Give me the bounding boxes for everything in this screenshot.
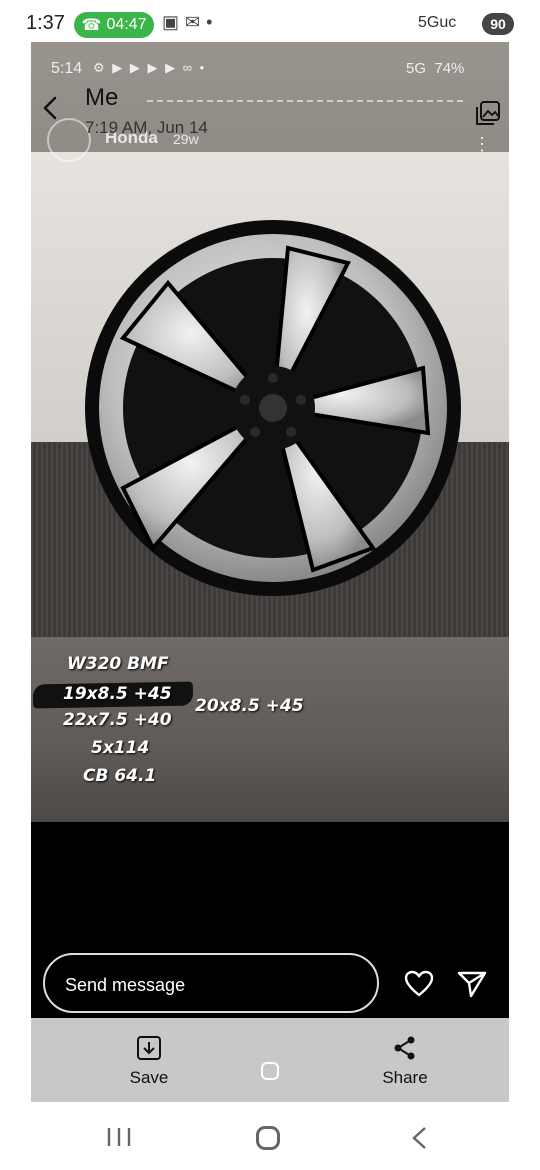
outer-clock: 1:37 (26, 12, 65, 34)
battery-badge: 90 (482, 13, 514, 35)
inner-notification-icons: ⚙ ▶ ▶ ▶ ▶ ∞ • (93, 60, 207, 75)
share-icon (394, 1036, 415, 1060)
send-message-input[interactable]: Send message (43, 953, 379, 1013)
more-options-icon[interactable]: ⋮ (473, 134, 491, 155)
wheel-size-2: 22x7.5 +40 (63, 710, 172, 730)
save-button[interactable]: Save (119, 1034, 179, 1090)
share-button[interactable]: Share (375, 1034, 435, 1090)
wheel-rim-image (85, 220, 461, 596)
wheel-model: W320 BMF (67, 654, 169, 674)
send-icon[interactable] (456, 968, 488, 1000)
bolt-pattern: 5x114 (91, 738, 150, 758)
nav-back-icon[interactable] (410, 1126, 430, 1150)
save-download-icon (137, 1036, 161, 1060)
nav-home-icon[interactable] (256, 1126, 280, 1150)
outer-status-bar: 1:37 ☎ 04:47 ▣✉• 5Guc 90 (0, 0, 540, 48)
story-photo: 5:14 ⚙ ▶ ▶ ▶ ▶ ∞ • 5G 74% W320 BMF 19x8.… (31, 42, 509, 822)
wheel-size-1: 19x8.5 +45 (63, 684, 172, 704)
wheel-size-3: 20x8.5 +45 (195, 696, 304, 716)
story-progress-bar (147, 100, 463, 104)
notification-icons: ▣✉• (162, 12, 219, 32)
back-arrow-icon[interactable] (37, 94, 65, 122)
ongoing-call-pill[interactable]: ☎ 04:47 (74, 12, 154, 38)
send-message-placeholder: Send message (65, 975, 186, 995)
heart-icon[interactable] (403, 968, 435, 1000)
call-duration: 04:47 (106, 16, 147, 33)
network-signal: 5Guc (418, 14, 457, 31)
center-bore: CB 64.1 (83, 766, 157, 786)
inner-home-indicator (261, 1062, 279, 1080)
story-action-bar (31, 1018, 509, 1102)
story-timestamp: 7:19 AM, Jun 14 (85, 118, 208, 137)
story-owner-name: Me (85, 84, 119, 111)
inner-clock: 5:14 (51, 60, 83, 77)
phone-icon: ☎ (81, 17, 102, 34)
story-viewer[interactable]: 5:14 ⚙ ▶ ▶ ▶ ▶ ∞ • 5G 74% W320 BMF 19x8.… (31, 42, 509, 1102)
share-label: Share (382, 1068, 428, 1087)
gallery-icon[interactable] (473, 98, 503, 128)
inner-signal-battery: 5G 74% (406, 60, 465, 77)
save-label: Save (129, 1068, 169, 1087)
nav-recent-icon[interactable] (106, 1126, 132, 1148)
